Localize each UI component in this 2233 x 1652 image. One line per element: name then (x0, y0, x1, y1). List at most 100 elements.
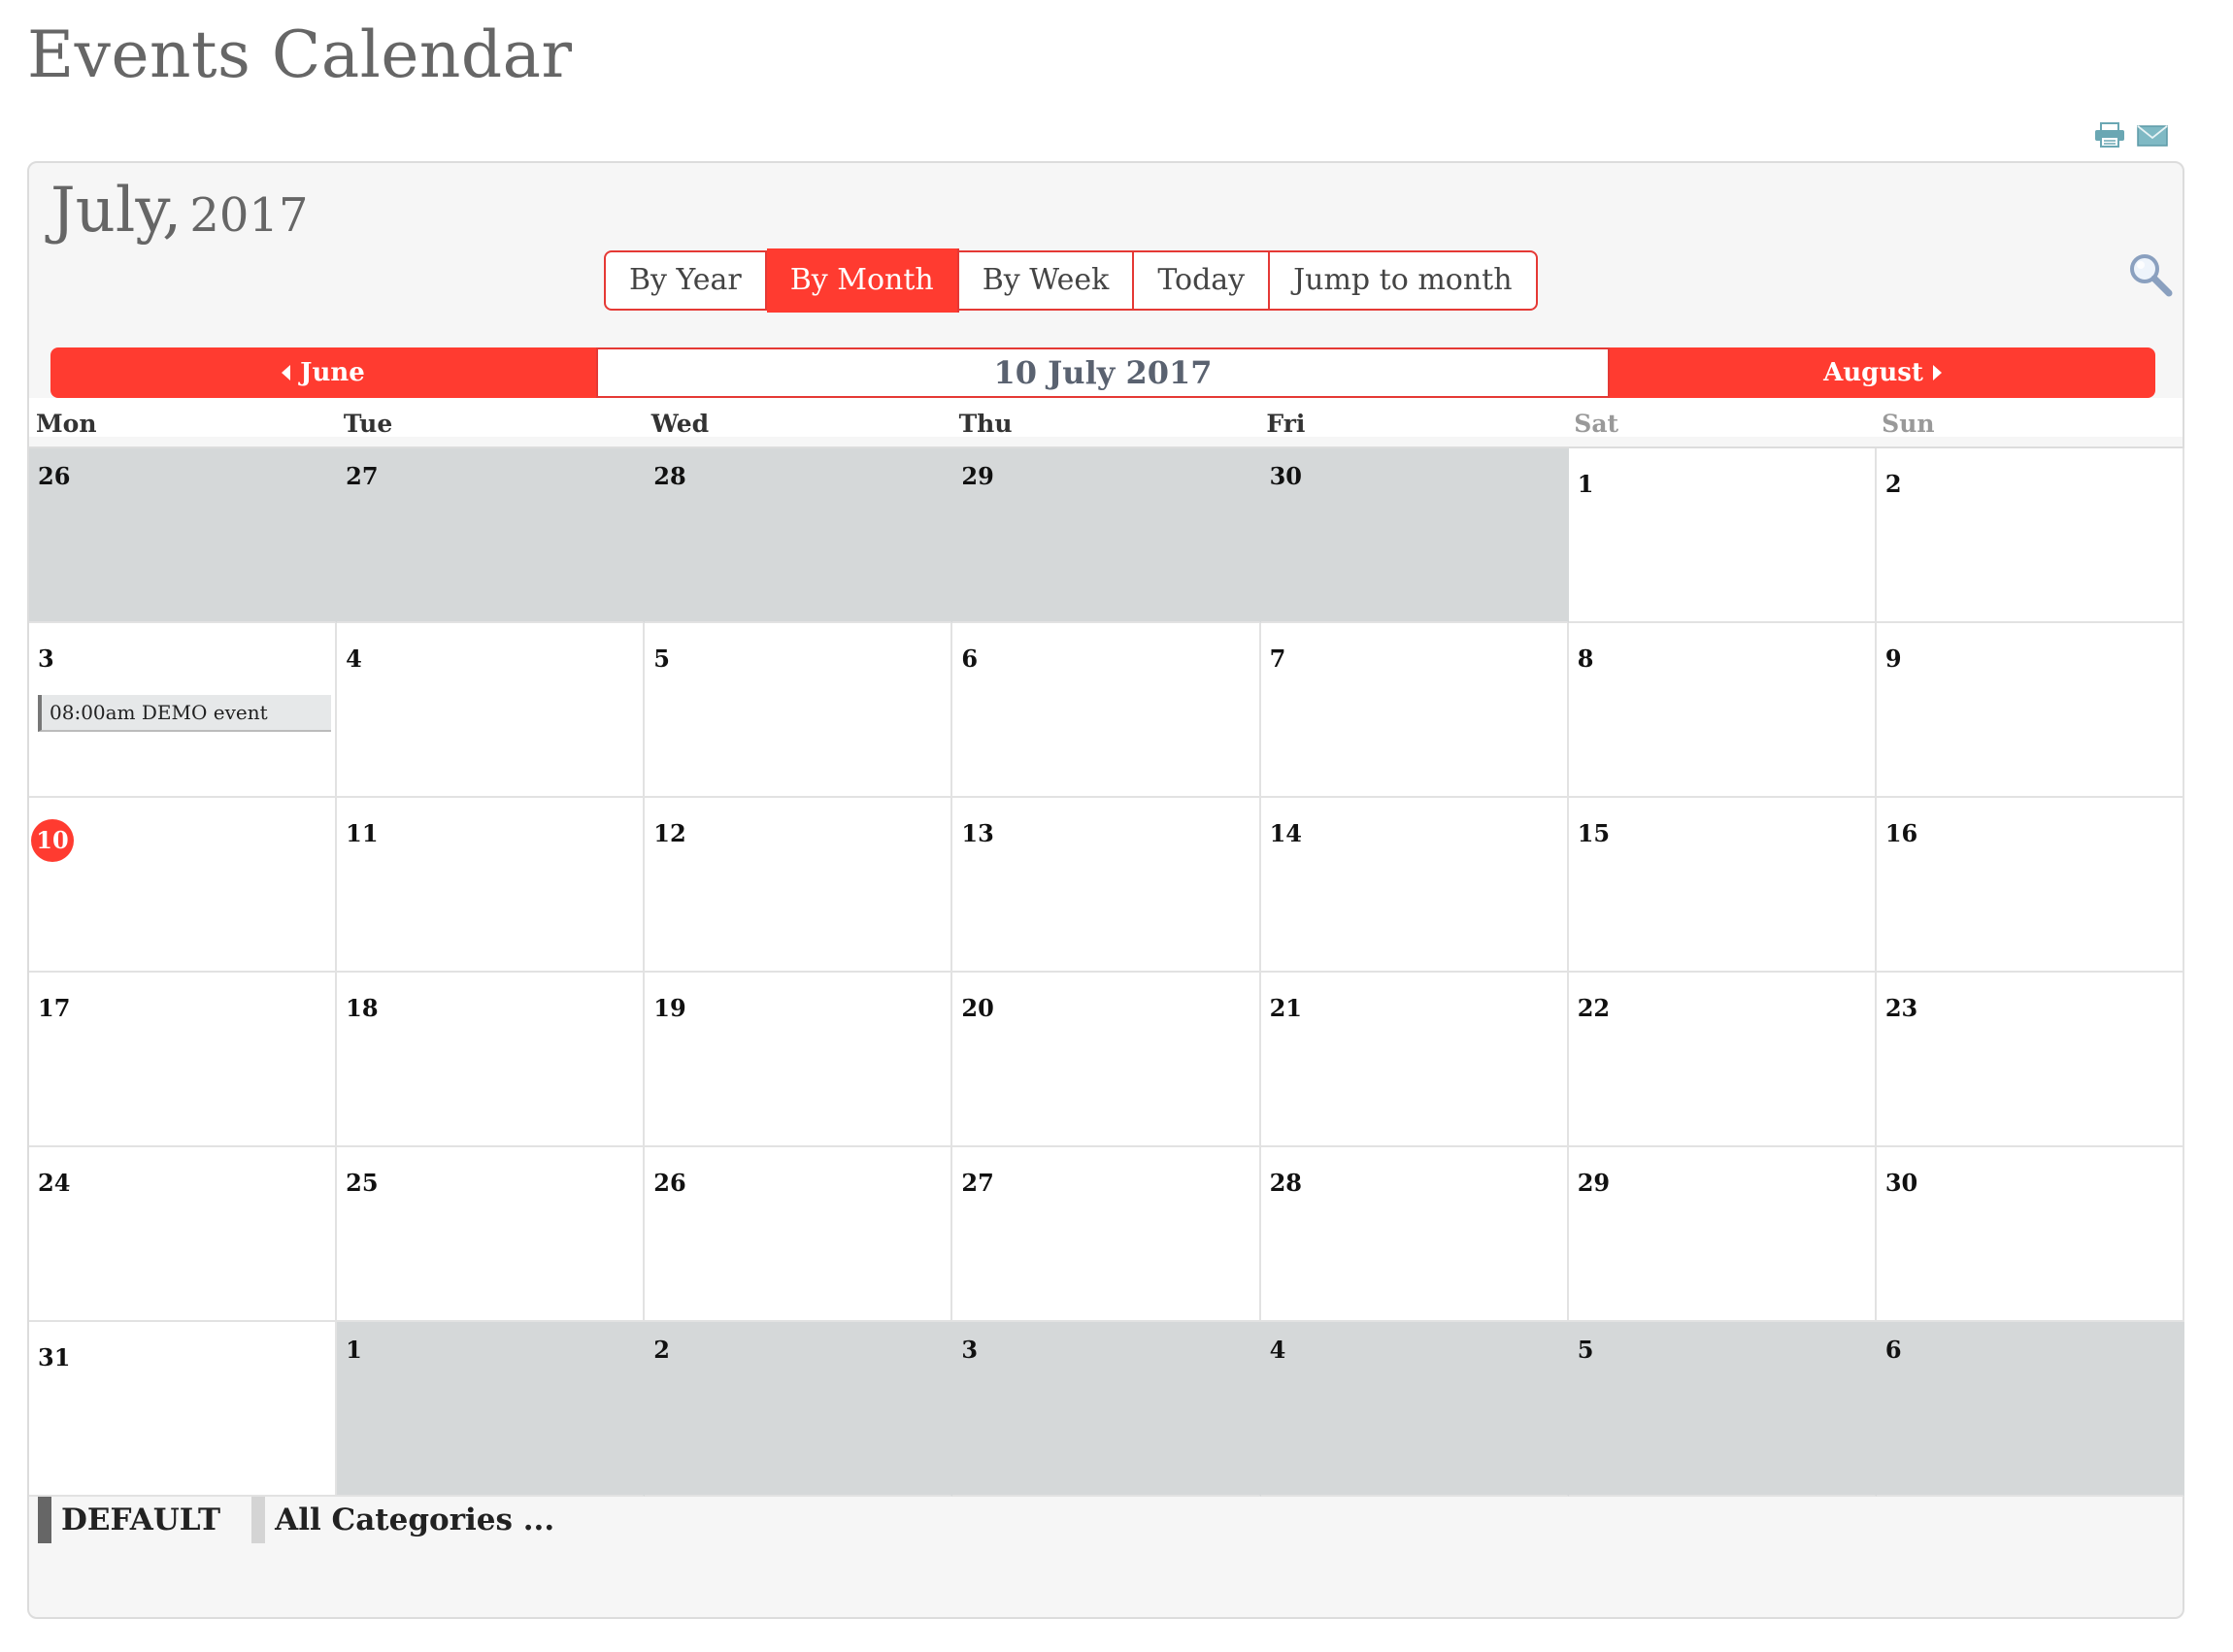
other-month-day-cell[interactable]: 30 (1260, 448, 1569, 623)
day-number[interactable]: 1 (346, 1336, 362, 1364)
day-number[interactable]: 14 (1270, 819, 1302, 847)
day-cell[interactable]: 9 (1876, 623, 2184, 798)
day-cell[interactable]: 3 08:00am DEMO event (29, 623, 338, 798)
day-cell[interactable]: 24 (29, 1147, 338, 1322)
magnifier-icon[interactable] (2126, 250, 2175, 299)
other-month-day-cell[interactable]: 28 (645, 448, 953, 623)
day-cell[interactable]: 15 (1568, 798, 1877, 973)
day-number[interactable]: 30 (1270, 462, 1302, 490)
day-number[interactable]: 4 (1270, 1336, 1286, 1364)
day-cell[interactable]: 11 (337, 798, 646, 973)
day-cell[interactable]: 8 (1568, 623, 1877, 798)
day-cell[interactable]: 29 (1568, 1147, 1877, 1322)
other-month-day-cell[interactable]: 27 (337, 448, 646, 623)
day-cell[interactable]: 30 (1876, 1147, 2184, 1322)
day-number[interactable]: 17 (38, 994, 70, 1022)
day-number[interactable]: 6 (1885, 1336, 1902, 1364)
day-number[interactable]: 27 (961, 1169, 993, 1197)
day-cell[interactable]: 17 (29, 973, 338, 1147)
day-number[interactable]: 30 (1885, 1169, 1917, 1197)
event-item[interactable]: 08:00am DEMO event (38, 695, 331, 732)
day-number[interactable]: 20 (961, 994, 993, 1022)
other-month-day-cell[interactable]: 4 (1260, 1322, 1569, 1497)
day-cell[interactable]: 1 (1568, 448, 1877, 623)
day-cell[interactable]: 10 (29, 798, 338, 973)
day-number[interactable]: 13 (961, 819, 993, 847)
day-cell[interactable]: 13 (952, 798, 1261, 973)
tab-by-month[interactable]: By Month (766, 248, 959, 313)
day-number[interactable]: 11 (346, 819, 378, 847)
other-month-day-cell[interactable]: 2 (645, 1322, 953, 1497)
day-cell[interactable]: 31 (29, 1322, 338, 1497)
other-month-day-cell[interactable]: 1 (337, 1322, 646, 1497)
day-number[interactable]: 2 (1885, 470, 1902, 498)
day-number[interactable]: 22 (1578, 994, 1610, 1022)
legend-item-all-categories[interactable]: All Categories ... (251, 1497, 554, 1543)
day-number[interactable]: 1 (1578, 470, 1594, 498)
day-number[interactable]: 2 (653, 1336, 670, 1364)
tab-today[interactable]: Today (1134, 252, 1271, 309)
day-number[interactable]: 26 (653, 1169, 685, 1197)
tab-by-week[interactable]: By Week (959, 252, 1135, 309)
day-number[interactable]: 28 (1270, 1169, 1302, 1197)
day-number[interactable]: 27 (346, 462, 378, 490)
day-cell[interactable]: 2 (1876, 448, 2184, 623)
day-cell[interactable]: 28 (1260, 1147, 1569, 1322)
day-cell[interactable]: 5 (645, 623, 953, 798)
other-month-day-cell[interactable]: 29 (952, 448, 1261, 623)
day-cell[interactable]: 25 (337, 1147, 646, 1322)
day-cell[interactable]: 7 (1260, 623, 1569, 798)
day-number[interactable]: 23 (1885, 994, 1917, 1022)
day-number[interactable]: 8 (1578, 644, 1594, 673)
month-year: 2017 (189, 188, 309, 243)
day-number[interactable]: 9 (1885, 644, 1902, 673)
day-cell[interactable]: 20 (952, 973, 1261, 1147)
day-number[interactable]: 7 (1270, 644, 1286, 673)
day-cell[interactable]: 18 (337, 973, 646, 1147)
other-month-day-cell[interactable]: 5 (1568, 1322, 1877, 1497)
other-month-day-cell[interactable]: 3 (952, 1322, 1261, 1497)
day-number[interactable]: 5 (1578, 1336, 1594, 1364)
legend-label: DEFAULT (61, 1503, 221, 1537)
day-cell[interactable]: 4 (337, 623, 646, 798)
day-number[interactable]: 25 (346, 1169, 378, 1197)
day-number[interactable]: 4 (346, 644, 362, 673)
day-number[interactable]: 19 (653, 994, 685, 1022)
printer-icon[interactable] (2093, 122, 2126, 148)
page-title: Events Calendar (27, 17, 573, 92)
day-number[interactable]: 31 (38, 1343, 70, 1371)
day-cell[interactable]: 19 (645, 973, 953, 1147)
day-cell[interactable]: 6 (952, 623, 1261, 798)
day-cell[interactable]: 27 (952, 1147, 1261, 1322)
today-day-number[interactable]: 10 (31, 819, 74, 862)
day-number[interactable]: 15 (1578, 819, 1610, 847)
day-cell[interactable]: 16 (1876, 798, 2184, 973)
tab-jump-to-month[interactable]: Jump to month (1270, 252, 1535, 309)
day-number[interactable]: 28 (653, 462, 685, 490)
day-number[interactable]: 26 (38, 462, 70, 490)
prev-month-button[interactable]: June (50, 347, 596, 398)
day-number[interactable]: 21 (1270, 994, 1302, 1022)
day-number[interactable]: 16 (1885, 819, 1917, 847)
other-month-day-cell[interactable]: 26 (29, 448, 338, 623)
tab-by-year[interactable]: By Year (606, 252, 767, 309)
envelope-icon[interactable] (2136, 122, 2169, 148)
day-cell[interactable]: 26 (645, 1147, 953, 1322)
next-month-button[interactable]: August (1610, 347, 2155, 398)
day-cell[interactable]: 23 (1876, 973, 2184, 1147)
day-number[interactable]: 29 (1578, 1169, 1610, 1197)
day-cell[interactable]: 21 (1260, 973, 1569, 1147)
day-cell[interactable]: 22 (1568, 973, 1877, 1147)
day-number[interactable]: 5 (653, 644, 670, 673)
day-number[interactable]: 3 (38, 644, 54, 673)
day-number[interactable]: 3 (961, 1336, 978, 1364)
day-cell[interactable]: 14 (1260, 798, 1569, 973)
day-number[interactable]: 29 (961, 462, 993, 490)
day-cell[interactable]: 12 (645, 798, 953, 973)
day-number[interactable]: 6 (961, 644, 978, 673)
other-month-day-cell[interactable]: 6 (1876, 1322, 2184, 1497)
day-number[interactable]: 24 (38, 1169, 70, 1197)
day-number[interactable]: 18 (346, 994, 378, 1022)
legend-item-default[interactable]: DEFAULT (38, 1497, 220, 1543)
day-number[interactable]: 12 (653, 819, 685, 847)
